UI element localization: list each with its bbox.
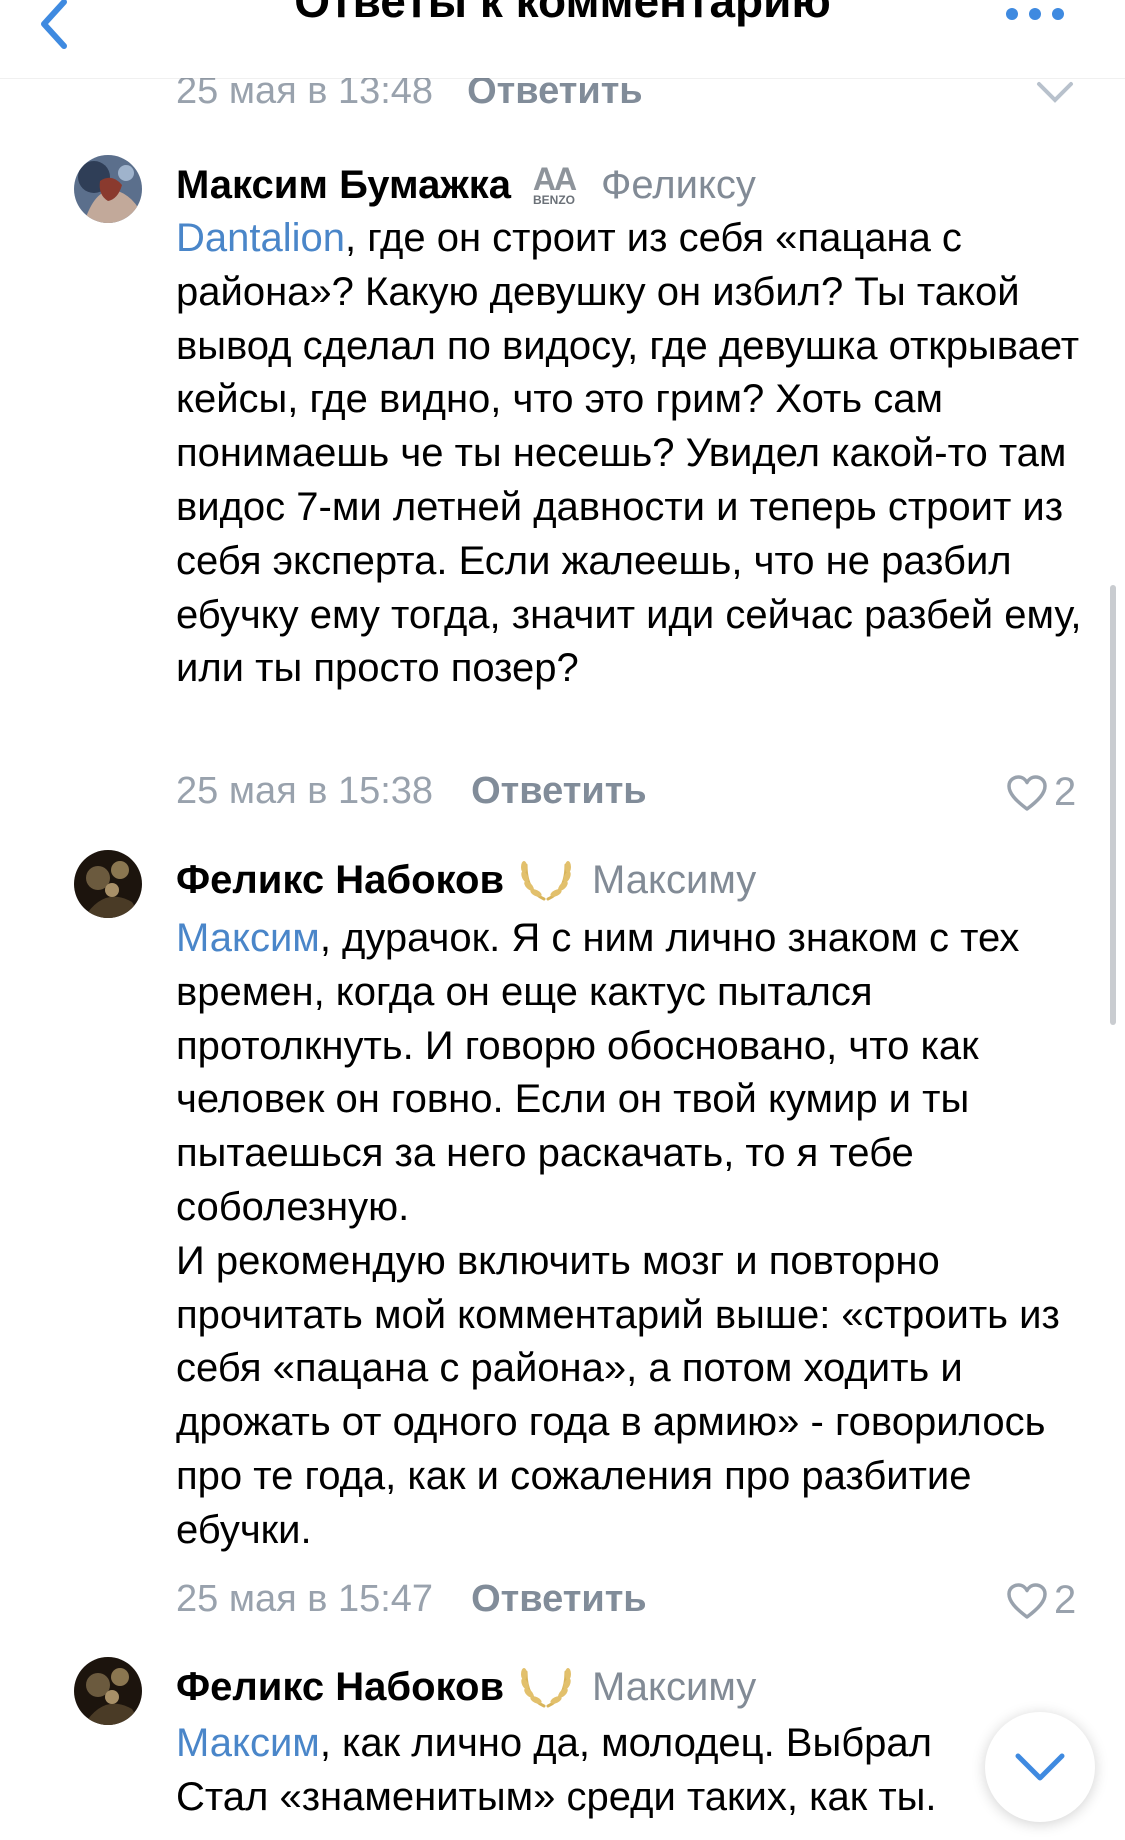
reply-button[interactable]: Ответить xyxy=(471,770,647,812)
comment-body: , дурачок. Я с ним лично знаком с тех вр… xyxy=(176,916,1060,1552)
reply-button[interactable]: Ответить xyxy=(471,1578,647,1620)
like-count: 2 xyxy=(1054,1578,1077,1622)
like-button[interactable]: 2 xyxy=(1006,1578,1076,1623)
svg-text:BENZO: BENZO xyxy=(533,193,575,206)
more-dots-icon xyxy=(1006,8,1064,20)
author-name[interactable]: Феликс Набоков xyxy=(176,858,504,903)
comment-date: 25 мая в 15:47 xyxy=(176,1578,434,1620)
scrollbar[interactable] xyxy=(1110,585,1116,1025)
comment-header: Феликс Набоков Максиму xyxy=(176,1662,756,1712)
previous-comment-chevron[interactable] xyxy=(1035,80,1075,109)
like-button[interactable]: 2 xyxy=(1006,770,1076,815)
scroll-down-button[interactable] xyxy=(985,1712,1095,1822)
laurel-wreath-icon xyxy=(518,1660,574,1715)
benzo-badge-icon: AA BENZO xyxy=(525,160,583,211)
top-navigation-bar: Ответы к комментарию xyxy=(0,0,1125,78)
heart-outline-icon xyxy=(1007,774,1047,811)
comment-text: Максим, дурачок. Я с ним лично знаком с … xyxy=(176,912,1096,1558)
author-name[interactable]: Максим Бумажка xyxy=(176,163,511,208)
heart-outline-icon xyxy=(1007,1582,1047,1619)
comment-header: Максим Бумажка AA BENZO Феликсу xyxy=(176,160,756,210)
chevron-down-icon xyxy=(1037,82,1073,103)
reply-to-name[interactable]: Максиму xyxy=(592,1665,756,1710)
chevron-down-icon xyxy=(1015,1753,1065,1781)
laurel-wreath-icon xyxy=(518,853,574,908)
comment-date: 25 мая в 15:38 xyxy=(176,770,434,812)
mention-link[interactable]: Максим xyxy=(176,916,320,960)
avatar[interactable] xyxy=(74,850,142,918)
avatar[interactable] xyxy=(74,1657,142,1725)
reply-to-name[interactable]: Максиму xyxy=(592,858,756,903)
comment-header: Феликс Набоков Максиму xyxy=(176,855,756,905)
like-count: 2 xyxy=(1054,770,1077,814)
svg-text:AA: AA xyxy=(533,161,577,197)
page-title: Ответы к комментарию xyxy=(294,0,831,27)
mention-link[interactable]: Dantalion xyxy=(176,216,345,260)
more-button[interactable] xyxy=(1000,6,1070,26)
comment-body: , где он строит из себя «пацана с района… xyxy=(176,216,1093,691)
avatar[interactable] xyxy=(74,155,142,223)
mention-link[interactable]: Максим xyxy=(176,1721,320,1765)
comment-meta: 25 мая в 15:38 Ответить xyxy=(176,770,647,813)
author-name[interactable]: Феликс Набоков xyxy=(176,1665,504,1710)
reply-to-name[interactable]: Феликсу xyxy=(601,163,756,208)
comment-text: Dantalion, где он строит из себя «пацана… xyxy=(176,212,1096,696)
comment-meta: 25 мая в 15:47 Ответить xyxy=(176,1578,647,1621)
comment-text: Максим, как лично да, молодец. Выбрал Ст… xyxy=(176,1717,1096,1840)
